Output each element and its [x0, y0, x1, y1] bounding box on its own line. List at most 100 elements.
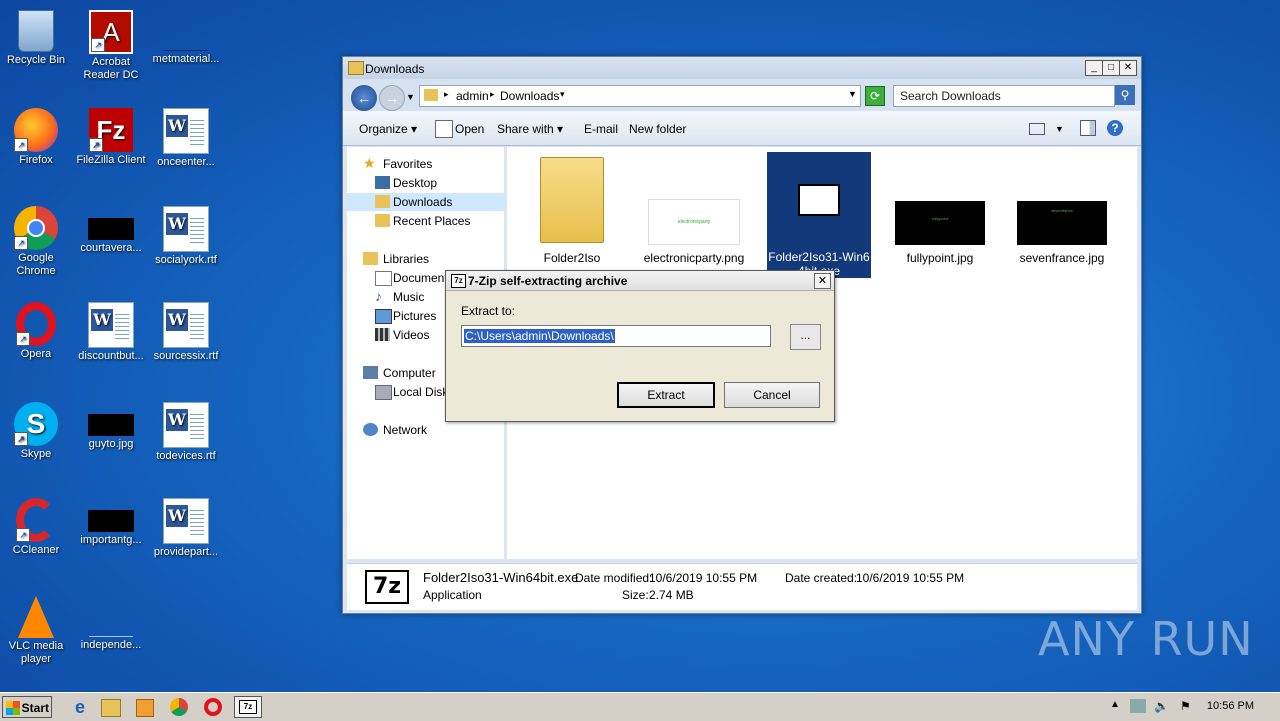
file-item-folder2iso-exe[interactable]: 7z Folder2Iso31-Win6 4bit.exe — [767, 152, 871, 278]
file-item-electronicparty[interactable]: electronicparty electronicparty.png — [639, 153, 749, 265]
anyrun-watermark: ANY RUN — [1038, 612, 1254, 666]
desktop-icon-recycle-bin[interactable]: Recycle Bin — [0, 6, 72, 67]
cancel-button[interactable]: Cancel — [724, 382, 820, 408]
skype-icon: S ↗ — [14, 402, 58, 446]
taskbar-7zip-button[interactable]: 7z — [234, 696, 262, 718]
back-button[interactable]: ← — [351, 85, 377, 111]
folder-icon — [348, 61, 364, 75]
opera-icon: ↗ — [16, 302, 56, 346]
extract-to-label: Extract to: — [461, 304, 516, 318]
extract-button[interactable]: Extract — [617, 382, 715, 408]
nav-pictures-label: Pictures — [393, 309, 437, 323]
desktop-icon-todevices[interactable]: W todevices.rtf — [150, 398, 222, 463]
recent-pages-dropdown[interactable]: ▼ — [406, 92, 415, 102]
word-document-icon: W — [163, 498, 209, 544]
desktop-icon-metmaterial[interactable]: metmaterial... — [150, 6, 222, 66]
nav-network[interactable]: Network — [347, 421, 504, 439]
desktop-icon-providepart[interactable]: W providepart... — [150, 494, 222, 559]
desktop-icon-socialyork[interactable]: W socialyork.rtf — [150, 202, 222, 267]
network-tray-icon[interactable] — [1130, 699, 1146, 713]
open-button[interactable]: Open — [455, 122, 484, 136]
ccleaner-icon: ↗ — [16, 498, 56, 542]
pictures-icon — [375, 309, 392, 324]
action-center-flag-icon[interactable]: ⚑ — [1180, 699, 1194, 713]
dialog-title-bar[interactable]: 7z 7-Zip self-extracting archive ✕ — [446, 271, 834, 291]
volume-icon[interactable]: 🔈 — [1154, 699, 1169, 713]
explorer-icon[interactable] — [101, 699, 121, 717]
file-item-fullypoint[interactable]: fullypoint fullypoint.jpg — [885, 153, 995, 265]
desktop-icon-sourcessix[interactable]: W sourcessix.rtf — [150, 298, 222, 363]
file-item-folder2iso[interactable]: Folder2Iso — [517, 153, 627, 265]
command-bar: Organize ▾ Open Share with ▾ E-mail New … — [343, 111, 1141, 146]
email-button[interactable]: E-mail — [584, 122, 618, 136]
image-file-icon — [89, 596, 133, 637]
desktop-icon-chrome[interactable]: ↗ Google Chrome — [0, 202, 72, 278]
browse-button[interactable]: ... — [790, 324, 821, 350]
chrome-icon[interactable] — [170, 698, 188, 716]
desktop-icon-opera[interactable]: ↗ Opera — [0, 298, 72, 361]
desktop-icon-onceenter[interactable]: W onceenter... — [150, 104, 222, 169]
desktop-icon-ccleaner[interactable]: ↗ CCleaner — [0, 494, 72, 557]
show-hidden-icons-icon[interactable]: ▲ — [1110, 699, 1120, 719]
libraries-icon — [363, 252, 378, 265]
desktop-icon — [375, 176, 390, 189]
organize-menu[interactable]: Organize ▾ — [359, 122, 417, 136]
breadcrumb-downloads[interactable]: Downloads — [500, 89, 559, 103]
desktop-icon-skype[interactable]: S ↗ Skype — [0, 398, 72, 461]
new-folder-button[interactable]: New folder — [629, 122, 686, 136]
close-button[interactable]: ✕ — [1119, 60, 1137, 76]
documents-icon — [375, 271, 392, 286]
system-clock[interactable]: 10:56 PM — [1207, 700, 1254, 712]
desktop-icon-importantg[interactable]: importantg... — [75, 494, 147, 547]
desktop-icon-acrobat[interactable]: A ↗ Acrobat Reader DC — [75, 6, 147, 82]
filezilla-icon: Fz ↗ — [89, 108, 133, 152]
videos-icon — [375, 328, 390, 341]
nav-favorites[interactable]: ★ Favorites — [347, 155, 504, 173]
nav-downloads[interactable]: Downloads — [347, 193, 504, 211]
breadcrumb-admin[interactable]: admin — [456, 89, 489, 103]
search-icon[interactable]: ⚲ — [1115, 85, 1135, 105]
extract-path-input[interactable]: C:\Users\admin\Downloads\ — [461, 325, 771, 347]
desktop-icon-courtavera[interactable]: courtavera... — [75, 202, 147, 255]
chevron-right-icon: ▸ — [490, 89, 495, 99]
dialog-close-button[interactable]: ✕ — [814, 273, 831, 289]
word-document-icon: W — [163, 206, 209, 252]
desktop-icon-independe[interactable]: independe... — [75, 592, 147, 652]
media-player-icon[interactable] — [136, 699, 154, 717]
file-name: Folder2Iso — [543, 251, 601, 265]
address-dropdown-icon[interactable]: ▼ — [848, 89, 857, 99]
view-dropdown-icon[interactable]: ▼ — [1055, 124, 1064, 134]
maximize-button[interactable]: □ — [1102, 60, 1120, 76]
start-button[interactable]: Start — [2, 696, 52, 718]
nav-recent-places[interactable]: Recent Places — [347, 212, 504, 230]
desktop-icon-guyto[interactable]: guyto.jpg — [75, 398, 147, 451]
organize-label: Organize — [359, 122, 408, 136]
preview-pane-icon[interactable] — [1080, 120, 1096, 136]
view-icon[interactable] — [1029, 123, 1045, 135]
desktop-icon-filezilla[interactable]: Fz ↗ FileZilla Client — [75, 104, 147, 167]
minimize-button[interactable]: _ — [1085, 60, 1103, 76]
image-thumbnail: fullypoint — [895, 201, 985, 245]
desktop-icon-vlc[interactable]: VLC media player — [0, 592, 72, 666]
share-with-menu[interactable]: Share with ▾ — [497, 122, 563, 136]
title-bar[interactable]: Downloads _ □ ✕ — [343, 57, 1141, 79]
nav-downloads-label: Downloads — [393, 195, 453, 209]
search-input[interactable]: Search Downloads — [893, 85, 1115, 107]
details-created-value: 10/6/2019 10:55 PM — [856, 571, 965, 585]
forward-button[interactable]: → — [379, 85, 405, 111]
refresh-button[interactable]: ⟳ — [865, 86, 885, 106]
nav-libraries[interactable]: Libraries — [347, 250, 504, 268]
internet-explorer-icon[interactable]: e — [70, 697, 90, 717]
desktop-icon-discountbut[interactable]: W discountbut... — [75, 298, 147, 363]
opera-icon[interactable] — [204, 698, 222, 716]
chevron-down-icon[interactable]: ▾ — [560, 89, 565, 100]
help-icon[interactable]: ? — [1107, 120, 1123, 136]
nav-videos-label: Videos — [393, 328, 430, 342]
nav-local-disk-label: Local Disk — [393, 385, 449, 399]
dialog-title: 7-Zip self-extracting archive — [468, 274, 628, 288]
music-icon: ♪ — [375, 288, 382, 304]
file-item-sevenfrance[interactable]: sevenfrance sevenfrance.jpg — [1007, 153, 1117, 265]
nav-desktop[interactable]: Desktop — [347, 174, 504, 192]
address-bar[interactable]: ▸ admin ▸ Downloads ▾ ▼ — [419, 85, 861, 107]
desktop-icon-firefox[interactable]: ↗ Firefox — [0, 104, 72, 167]
